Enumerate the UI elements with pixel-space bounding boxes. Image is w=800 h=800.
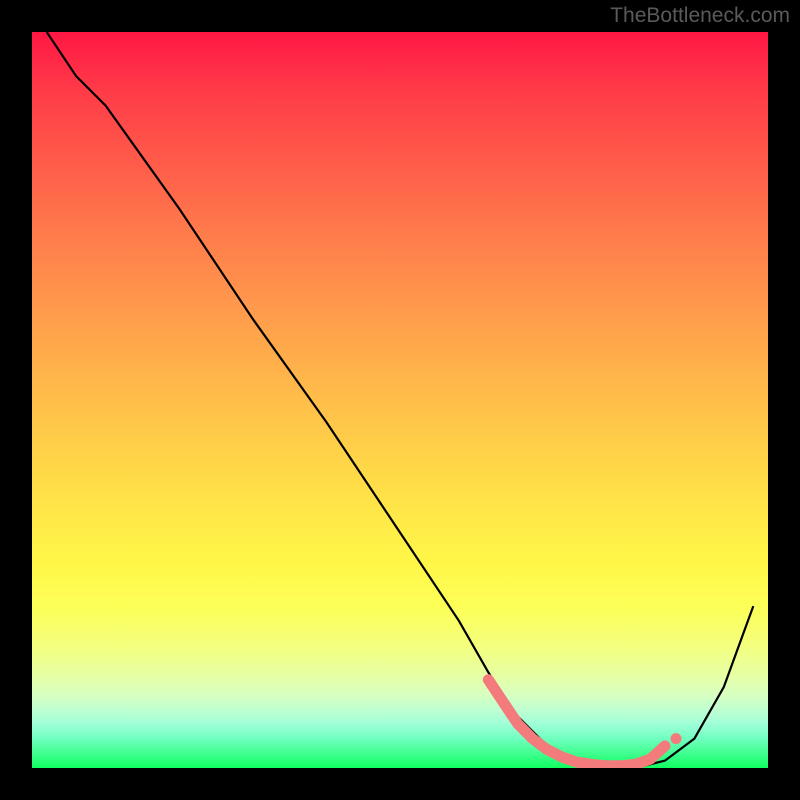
- highlight-stroke: [488, 680, 665, 766]
- chart-plot-area: [32, 32, 768, 768]
- highlight-end-dot: [671, 733, 682, 744]
- chart-curve-layer: [32, 32, 768, 768]
- highlight-dots: [488, 680, 681, 766]
- watermark-text: TheBottleneck.com: [610, 4, 790, 28]
- main-curve: [47, 32, 754, 768]
